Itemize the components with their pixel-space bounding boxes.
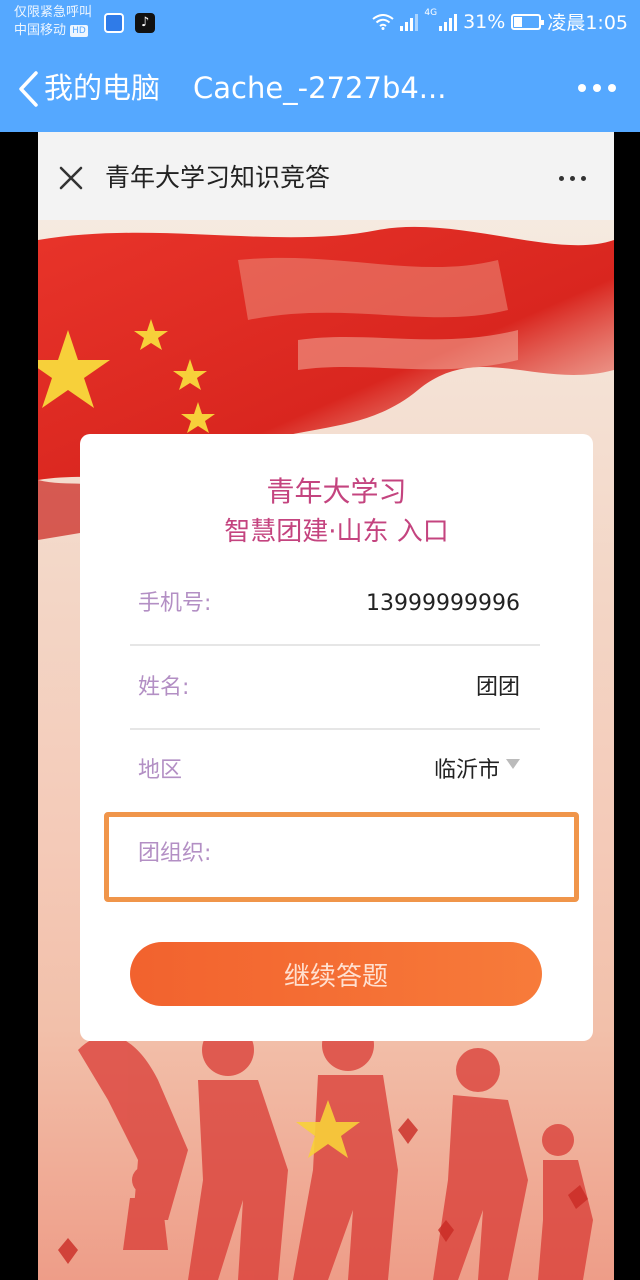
clock: 凌晨1:05	[547, 12, 628, 34]
continue-quiz-button[interactable]: 继续答题	[130, 942, 542, 1006]
region-value: 临沂市	[433, 758, 500, 783]
back-button-label[interactable]: 我的电脑	[44, 68, 160, 108]
phone-label: 手机号:	[138, 591, 212, 616]
carrier-name: 中国移动	[14, 23, 67, 38]
phone-value[interactable]: 13999999996	[366, 586, 520, 622]
tiktok-icon: ♪	[135, 12, 156, 33]
webview-header: 青年大学习知识竞答	[38, 132, 614, 220]
region-label: 地区	[138, 758, 183, 783]
nav-title: Cache_-2727b4...	[193, 71, 447, 105]
emergency-call-text: 仅限紧急呼叫	[14, 5, 93, 20]
nav-bar: 我的电脑 Cache_-2727b4...	[0, 62, 640, 116]
divider	[130, 644, 540, 646]
form-title: 青年大学习	[266, 475, 407, 508]
name-value[interactable]: 团团	[476, 670, 520, 706]
more-options-icon[interactable]	[578, 84, 616, 92]
wifi-icon	[372, 13, 395, 30]
form-subtitle: 智慧团建·山东 入口	[224, 517, 449, 547]
back-chevron-icon[interactable]	[16, 70, 42, 108]
region-select[interactable]: 地区 临沂市	[130, 731, 540, 813]
region-value-wrap[interactable]: 临沂市	[434, 753, 520, 789]
webview-title: 青年大学习知识竞答	[105, 163, 331, 192]
notification-icons: ♪	[104, 12, 161, 33]
close-icon[interactable]	[58, 165, 84, 191]
screen: 仅限紧急呼叫 中国移动 HD ♪ 4G 31% 凌晨1:05 我的电脑 Cach…	[0, 0, 640, 1280]
battery-fill	[514, 16, 523, 27]
hd-badge: HD	[70, 24, 88, 37]
webview-more-icon[interactable]	[559, 176, 586, 181]
battery-icon	[511, 13, 545, 30]
status-bar: 仅限紧急呼叫 中国移动 HD ♪ 4G 31% 凌晨1:05	[0, 0, 640, 46]
network-type: 4G	[424, 8, 438, 18]
status-right: 4G 31% 凌晨1:05	[372, 8, 628, 35]
dropdown-arrow-icon	[506, 759, 520, 769]
phone-field[interactable]: 手机号: 13999999996	[130, 564, 540, 646]
signal-icon-2	[439, 13, 458, 31]
name-field[interactable]: 姓名: 团团	[130, 648, 540, 730]
name-label: 姓名:	[138, 675, 190, 700]
webview: 青年大学习知识竞答 青年大学习 智慧团建·山东 入口 手机号: 13999999…	[38, 132, 614, 1280]
app-top-bar: 仅限紧急呼叫 中国移动 HD ♪ 4G 31% 凌晨1:05 我的电脑 Cach…	[0, 0, 640, 132]
signal-icon-1	[400, 13, 419, 31]
carrier-row: 中国移动 HD	[14, 22, 92, 40]
login-form-card: 青年大学习 智慧团建·山东 入口 手机号: 13999999996 姓名: 团团…	[80, 434, 593, 1041]
shield-app-icon	[104, 12, 124, 33]
divider	[130, 728, 540, 730]
carrier-info: 仅限紧急呼叫 中国移动 HD	[14, 4, 92, 40]
org-field-highlight	[104, 812, 579, 902]
battery-percent: 31%	[463, 10, 506, 33]
